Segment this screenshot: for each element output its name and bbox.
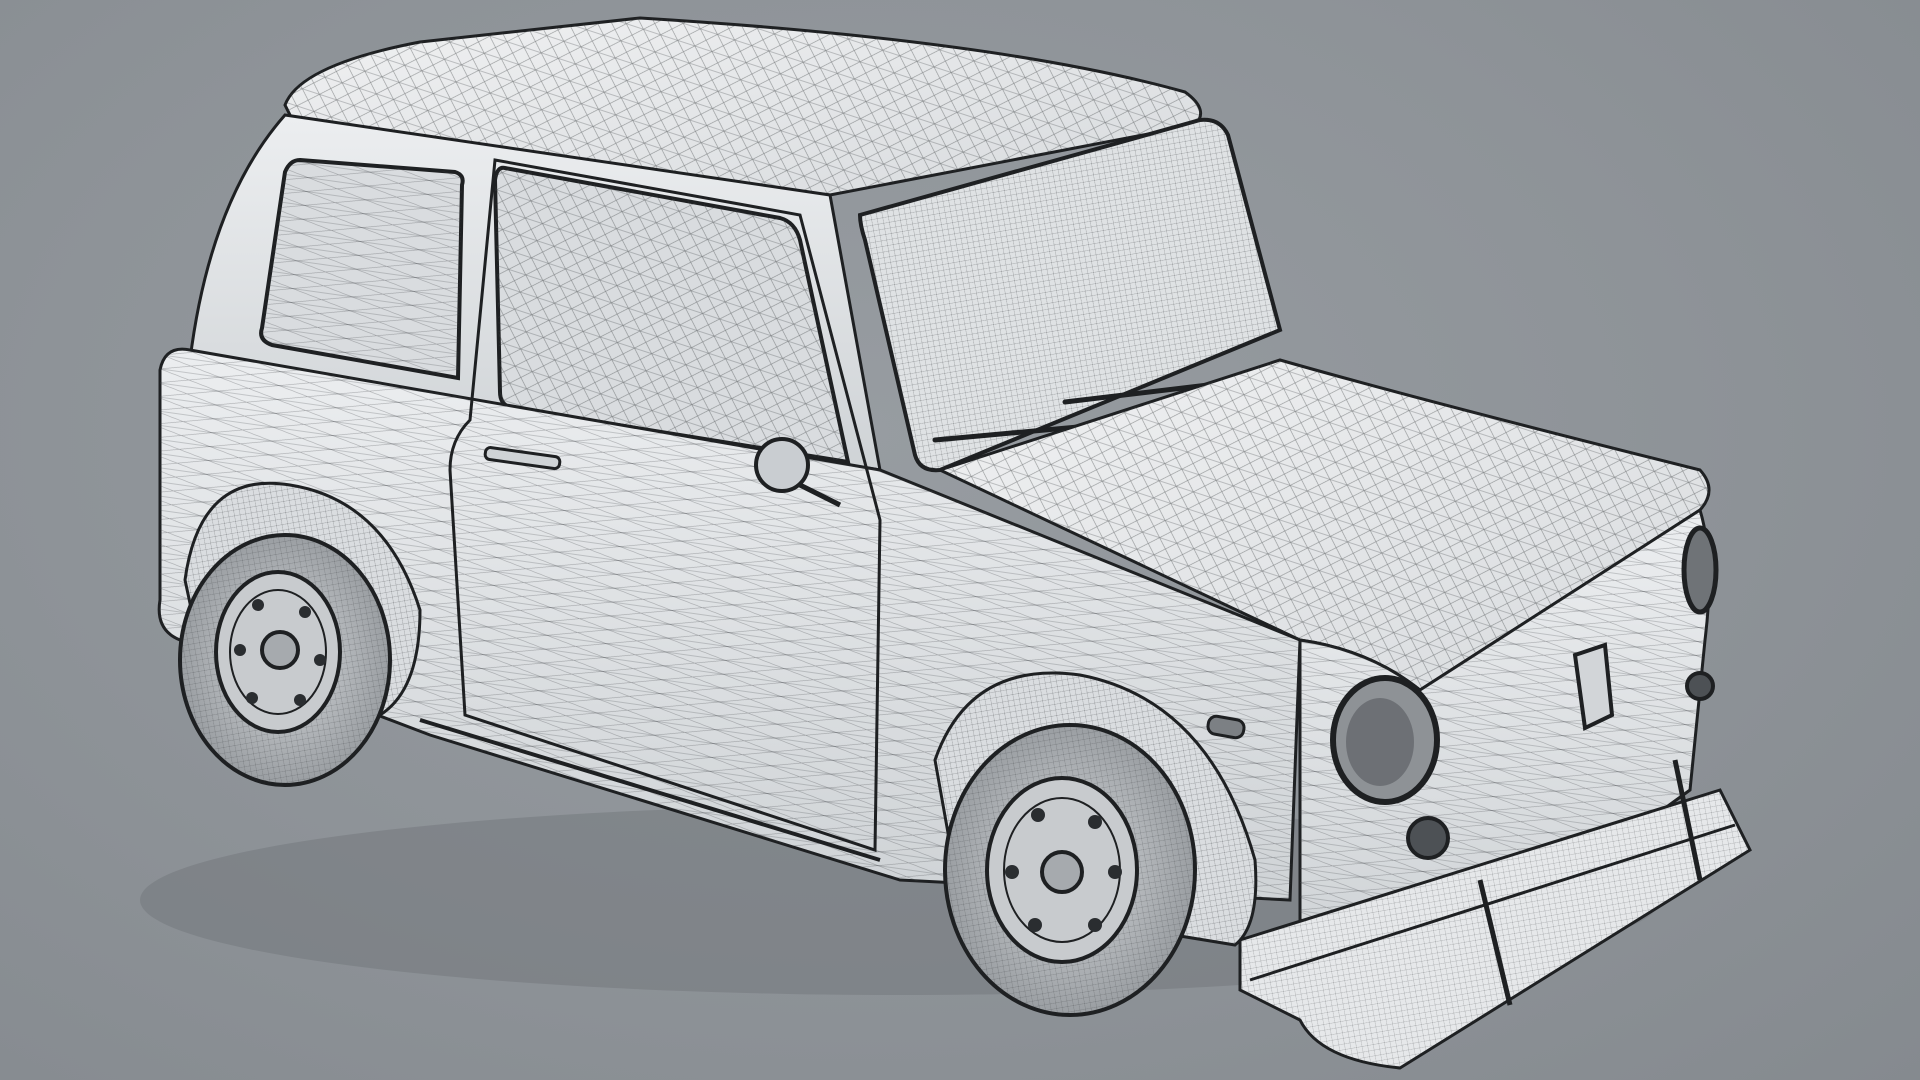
front-hub bbox=[1040, 850, 1084, 894]
fog-light-left bbox=[1406, 816, 1450, 860]
car-render bbox=[140, 16, 1752, 1070]
rear-hub bbox=[260, 630, 300, 670]
render-viewport bbox=[0, 0, 1920, 1080]
fog-light-right bbox=[1685, 671, 1715, 701]
headlight-right bbox=[1681, 525, 1719, 615]
side-mirror bbox=[754, 437, 810, 493]
